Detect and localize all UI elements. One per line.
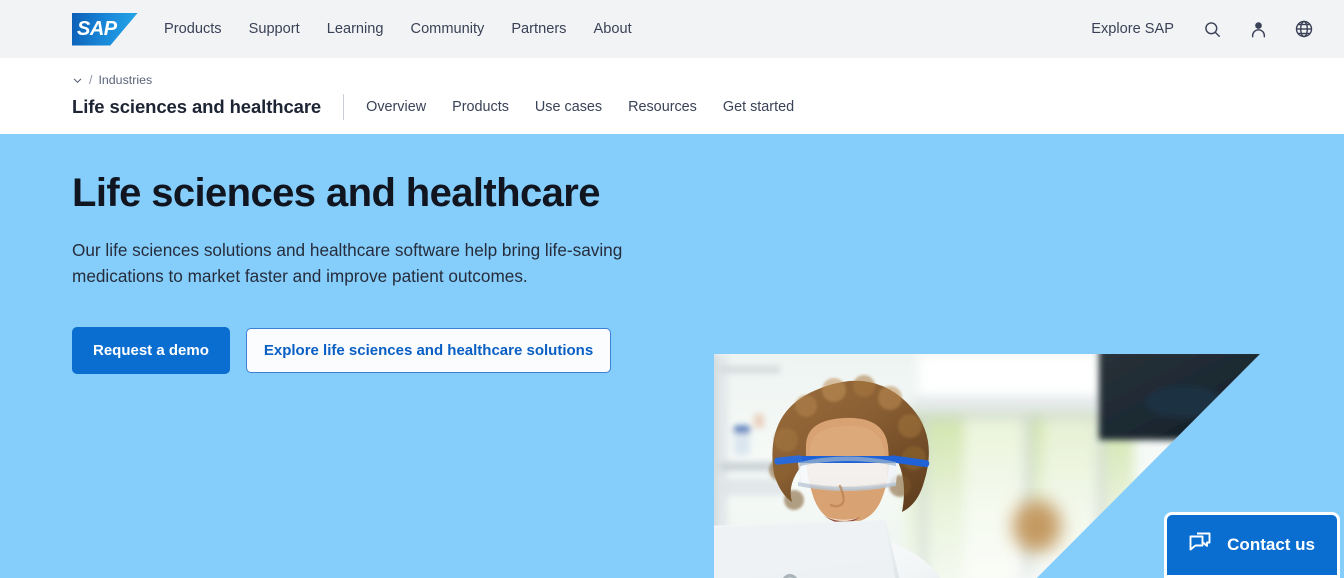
hero-copy: Life sciences and healthcare Our life sc…	[72, 170, 672, 374]
search-icon[interactable]	[1200, 17, 1224, 41]
user-icon[interactable]	[1246, 17, 1270, 41]
subnav-item-overview[interactable]: Overview	[366, 99, 426, 115]
breadcrumb-item-industries[interactable]: Industries	[98, 73, 152, 87]
breadcrumb: / Industries	[72, 72, 1344, 88]
sap-logo[interactable]: SAP	[72, 12, 138, 46]
header-utilities: Explore SAP	[1091, 17, 1316, 41]
subheader-row: Life sciences and healthcare Overview Pr…	[72, 94, 1344, 120]
contact-us-widget[interactable]: Contact us	[1164, 512, 1340, 578]
contact-us-label: Contact us	[1227, 534, 1315, 554]
chat-bubble-icon	[1187, 531, 1213, 557]
subnav-item-use-cases[interactable]: Use cases	[535, 99, 602, 115]
nav-item-partners[interactable]: Partners	[511, 22, 566, 37]
subnav-item-get-started[interactable]: Get started	[723, 99, 794, 115]
explore-solutions-button[interactable]: Explore life sciences and healthcare sol…	[245, 327, 612, 373]
breadcrumb-separator: /	[89, 73, 93, 87]
subnav-item-resources[interactable]: Resources	[628, 99, 697, 115]
section-navigation: Overview Products Use cases Resources Ge…	[366, 99, 794, 115]
hero-title: Life sciences and healthcare	[72, 171, 600, 215]
explore-sap-link[interactable]: Explore SAP	[1091, 21, 1174, 37]
page-title: Life sciences and healthcare	[72, 96, 322, 117]
hero-inner: Life sciences and healthcare Our life sc…	[0, 134, 1344, 578]
nav-item-support[interactable]: Support	[249, 22, 300, 37]
globe-icon[interactable]	[1292, 17, 1316, 41]
request-a-demo-button[interactable]: Request a demo	[72, 326, 230, 374]
subnav-item-products[interactable]: Products	[452, 99, 509, 115]
nav-item-products[interactable]: Products	[164, 22, 222, 37]
hero-cta-group: Request a demo Explore life sciences and…	[72, 326, 672, 374]
sap-logo-text: SAP	[77, 17, 117, 40]
global-header: SAP Products Support Learning Community …	[0, 0, 1344, 58]
chevron-down-icon[interactable]	[72, 75, 83, 86]
vertical-divider	[343, 94, 345, 120]
nav-item-community[interactable]: Community	[411, 22, 485, 37]
hero-description: Our life sciences solutions and healthca…	[72, 240, 623, 286]
section-subheader: / Industries Life sciences and healthcar…	[0, 58, 1344, 134]
nav-item-about[interactable]: About	[593, 22, 631, 37]
hero-section: Life sciences and healthcare Our life sc…	[0, 134, 1344, 578]
primary-navigation: Products Support Learning Community Part…	[164, 22, 632, 37]
nav-item-learning[interactable]: Learning	[327, 22, 384, 37]
